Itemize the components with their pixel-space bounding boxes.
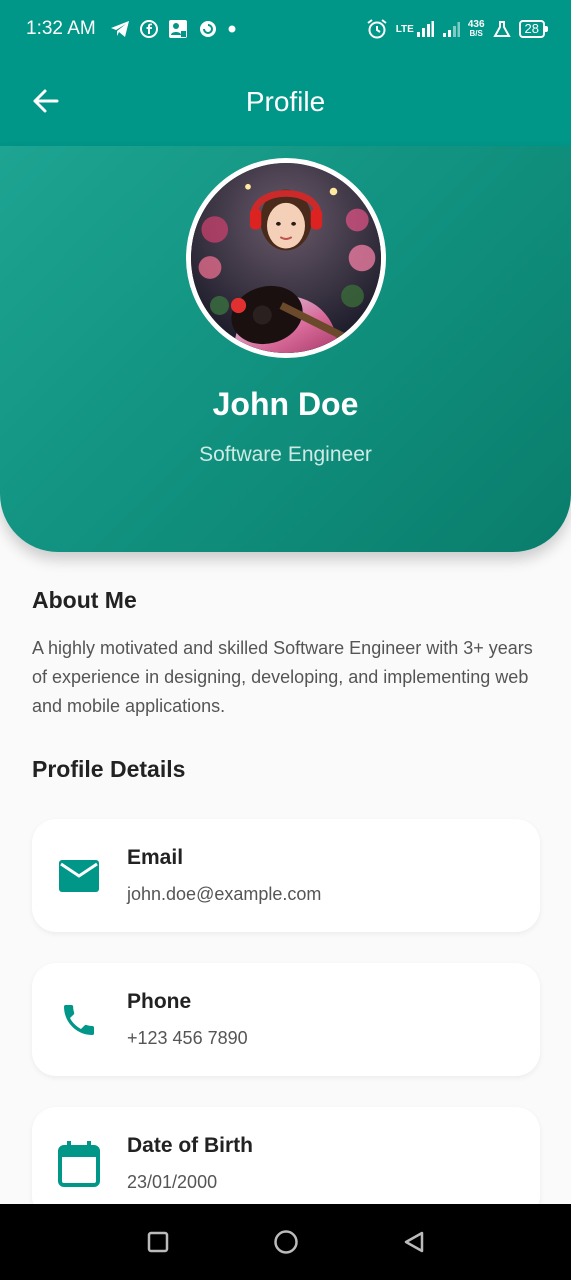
telegram-icon — [110, 20, 130, 38]
profile-details-title: Profile Details — [32, 756, 186, 782]
email-card[interactable]: Email john.doe@example.com — [32, 819, 540, 932]
status-time: 1:32 AM — [26, 18, 96, 39]
circle-icon — [273, 1230, 298, 1254]
email-label: Email — [127, 846, 184, 869]
lte-signal-icon: LTE — [396, 20, 434, 38]
about-text: A highly motivated and skilled Software … — [32, 638, 533, 716]
profile-name: John Doe — [212, 386, 359, 422]
status-bar: 1:32 AM LTE 436 B/S 28 — [0, 0, 571, 58]
email-icon — [58, 855, 100, 897]
dob-value: 23/01/2000 — [127, 1172, 218, 1192]
triangle-back-icon — [404, 1231, 423, 1253]
battery-indicator: 28 — [518, 20, 549, 38]
back-nav-button[interactable] — [400, 1228, 428, 1256]
page-title: Profile — [245, 86, 326, 117]
system-nav-bar — [0, 1204, 571, 1280]
dob-label: Date of Birth — [127, 1134, 253, 1157]
home-button[interactable] — [272, 1228, 300, 1256]
network-speed: 436 B/S — [467, 19, 485, 39]
app-bar: Profile — [0, 58, 571, 146]
alarm-icon — [366, 18, 388, 40]
app-notification-icon — [198, 19, 218, 39]
avatar[interactable] — [186, 158, 386, 358]
facebook-icon — [139, 20, 158, 38]
network-speed-value: 436 — [467, 19, 485, 30]
calendar-icon — [58, 1141, 100, 1187]
flask-icon — [492, 20, 511, 38]
signal-icon — [442, 20, 460, 38]
phone-label: Phone — [127, 990, 192, 1013]
about-title: About Me — [32, 587, 137, 613]
recents-button[interactable] — [144, 1228, 172, 1256]
phone-card[interactable]: Phone +123 456 7890 — [32, 963, 540, 1076]
network-speed-unit: B/S — [469, 29, 483, 38]
contact-card-icon — [168, 19, 188, 39]
profile-role: Software Engineer — [199, 443, 372, 466]
email-value: john.doe@example.com — [127, 884, 322, 904]
arrow-back-icon — [33, 89, 59, 113]
back-button[interactable] — [28, 84, 62, 118]
dot-icon — [228, 25, 236, 33]
square-icon — [147, 1231, 168, 1253]
profile-header: John Doe Software Engineer — [0, 146, 571, 552]
lte-label: LTE — [395, 23, 414, 35]
phone-value: +123 456 7890 — [127, 1028, 248, 1048]
phone-icon — [58, 999, 100, 1041]
